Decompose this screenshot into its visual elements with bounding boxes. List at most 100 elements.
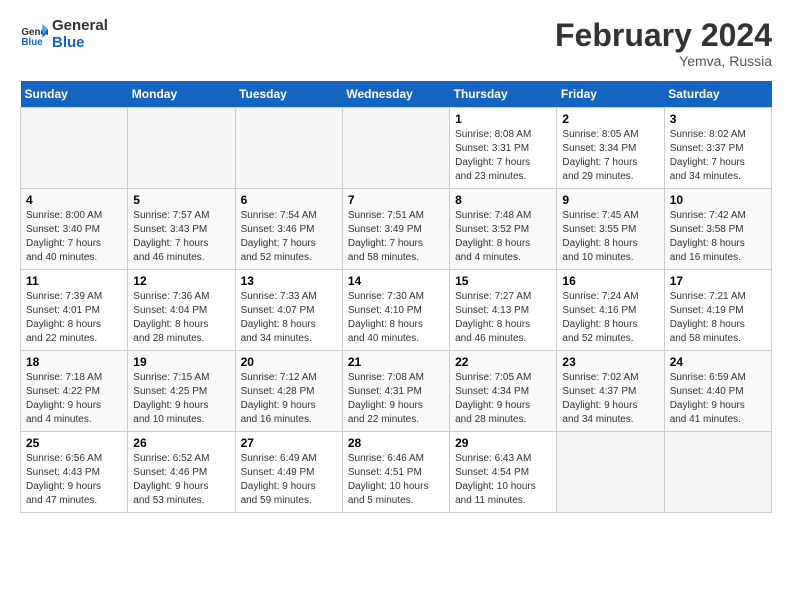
day-info: Sunrise: 6:49 AM Sunset: 4:49 PM Dayligh… [241,452,337,508]
day-number: 11 [26,274,122,288]
day-info: Sunrise: 7:27 AM Sunset: 4:13 PM Dayligh… [455,290,551,346]
day-cell: 3Sunrise: 8:02 AM Sunset: 3:37 PM Daylig… [664,108,771,189]
day-number: 3 [670,112,766,126]
day-cell [664,432,771,513]
calendar-table: SundayMondayTuesdayWednesdayThursdayFrid… [20,81,772,513]
day-cell: 26Sunrise: 6:52 AM Sunset: 4:46 PM Dayli… [128,432,235,513]
day-info: Sunrise: 7:45 AM Sunset: 3:55 PM Dayligh… [562,209,658,265]
day-info: Sunrise: 7:08 AM Sunset: 4:31 PM Dayligh… [348,371,444,427]
day-info: Sunrise: 7:02 AM Sunset: 4:37 PM Dayligh… [562,371,658,427]
day-info: Sunrise: 8:00 AM Sunset: 3:40 PM Dayligh… [26,209,122,265]
day-number: 9 [562,193,658,207]
day-number: 6 [241,193,337,207]
day-cell: 17 Sunrise: 7:21 AM Sunset: 4:19 PM Dayli… [664,270,771,351]
day-number: 21 [348,355,444,369]
day-info: Sunrise: 6:56 AM Sunset: 4:43 PM Dayligh… [26,452,122,508]
day-cell: 22Sunrise: 7:05 AM Sunset: 4:34 PM Dayli… [450,351,557,432]
day-number: 17 [670,274,766,288]
day-number: 1 [455,112,551,126]
day-info: Sunrise: 7:54 AM Sunset: 3:46 PM Dayligh… [241,209,337,265]
day-number: 20 [241,355,337,369]
day-info: Sunrise: 6:59 AM Sunset: 4:40 PM Dayligh… [670,371,766,427]
day-info: Sunrise: 7:15 AM Sunset: 4:25 PM Dayligh… [133,371,229,427]
day-number: 12 [133,274,229,288]
day-number: 10 [670,193,766,207]
day-number: 8 [455,193,551,207]
day-cell: 1 Sunrise: 8:08 AM Sunset: 3:31 PM Daylig… [450,108,557,189]
day-cell: 7 Sunrise: 7:51 AM Sunset: 3:49 PM Daylig… [342,189,449,270]
day-number: 28 [348,436,444,450]
day-cell [235,108,342,189]
day-cell: 27Sunrise: 6:49 AM Sunset: 4:49 PM Dayli… [235,432,342,513]
day-info: Sunrise: 7:18 AM Sunset: 4:22 PM Dayligh… [26,371,122,427]
calendar-container: General Blue General Blue February 2024 … [0,0,792,523]
day-cell: 5 Sunrise: 7:57 AM Sunset: 3:43 PM Daylig… [128,189,235,270]
day-cell: 13Sunrise: 7:33 AM Sunset: 4:07 PM Dayli… [235,270,342,351]
header-row: SundayMondayTuesdayWednesdayThursdayFrid… [21,81,772,108]
day-cell: 11 Sunrise: 7:39 AM Sunset: 4:01 PM Dayli… [21,270,128,351]
logo-wordmark: General Blue [52,18,108,51]
day-number: 4 [26,193,122,207]
day-cell: 2 Sunrise: 8:05 AM Sunset: 3:34 PM Daylig… [557,108,664,189]
day-info: Sunrise: 7:36 AM Sunset: 4:04 PM Dayligh… [133,290,229,346]
logo-icon: General Blue [20,21,48,49]
day-info: Sunrise: 6:52 AM Sunset: 4:46 PM Dayligh… [133,452,229,508]
day-info: Sunrise: 7:12 AM Sunset: 4:28 PM Dayligh… [241,371,337,427]
day-info: Sunrise: 7:57 AM Sunset: 3:43 PM Dayligh… [133,209,229,265]
day-number: 25 [26,436,122,450]
day-cell: 14Sunrise: 7:30 AM Sunset: 4:10 PM Dayli… [342,270,449,351]
day-cell: 29 Sunrise: 6:43 AM Sunset: 4:54 PM Dayli… [450,432,557,513]
day-info: Sunrise: 7:05 AM Sunset: 4:34 PM Dayligh… [455,371,551,427]
day-header-tuesday: Tuesday [235,81,342,108]
day-number: 15 [455,274,551,288]
week-row-1: 1 Sunrise: 8:08 AM Sunset: 3:31 PM Daylig… [21,108,772,189]
day-info: Sunrise: 8:05 AM Sunset: 3:34 PM Dayligh… [562,128,658,184]
day-cell [21,108,128,189]
day-cell [342,108,449,189]
main-title: February 2024 [555,18,772,53]
week-row-4: 18 Sunrise: 7:18 AM Sunset: 4:22 PM Dayli… [21,351,772,432]
day-cell [128,108,235,189]
day-number: 18 [26,355,122,369]
day-info: Sunrise: 7:39 AM Sunset: 4:01 PM Dayligh… [26,290,122,346]
day-cell: 15 Sunrise: 7:27 AM Sunset: 4:13 PM Dayli… [450,270,557,351]
day-cell: 28 Sunrise: 6:46 AM Sunset: 4:51 PM Dayli… [342,432,449,513]
day-header-thursday: Thursday [450,81,557,108]
day-cell [557,432,664,513]
day-cell: 21 Sunrise: 7:08 AM Sunset: 4:31 PM Dayli… [342,351,449,432]
day-header-wednesday: Wednesday [342,81,449,108]
day-header-monday: Monday [128,81,235,108]
day-number: 16 [562,274,658,288]
day-header-friday: Friday [557,81,664,108]
day-info: Sunrise: 7:51 AM Sunset: 3:49 PM Dayligh… [348,209,444,265]
day-info: Sunrise: 8:08 AM Sunset: 3:31 PM Dayligh… [455,128,551,184]
day-info: Sunrise: 6:43 AM Sunset: 4:54 PM Dayligh… [455,452,551,508]
day-cell: 16Sunrise: 7:24 AM Sunset: 4:16 PM Dayli… [557,270,664,351]
day-cell: 9 Sunrise: 7:45 AM Sunset: 3:55 PM Daylig… [557,189,664,270]
day-cell: 25 Sunrise: 6:56 AM Sunset: 4:43 PM Dayli… [21,432,128,513]
day-number: 2 [562,112,658,126]
header: General Blue General Blue February 2024 … [20,18,772,69]
day-info: Sunrise: 6:46 AM Sunset: 4:51 PM Dayligh… [348,452,444,508]
day-cell: 19 Sunrise: 7:15 AM Sunset: 4:25 PM Dayli… [128,351,235,432]
svg-text:Blue: Blue [21,36,43,47]
day-cell: 4 Sunrise: 8:00 AM Sunset: 3:40 PM Daylig… [21,189,128,270]
day-number: 7 [348,193,444,207]
day-number: 13 [241,274,337,288]
day-cell: 23 Sunrise: 7:02 AM Sunset: 4:37 PM Dayli… [557,351,664,432]
day-cell: 20 Sunrise: 7:12 AM Sunset: 4:28 PM Dayli… [235,351,342,432]
logo: General Blue General Blue [20,18,108,51]
day-header-sunday: Sunday [21,81,128,108]
day-info: Sunrise: 7:21 AM Sunset: 4:19 PM Dayligh… [670,290,766,346]
day-info: Sunrise: 7:42 AM Sunset: 3:58 PM Dayligh… [670,209,766,265]
day-number: 23 [562,355,658,369]
week-row-5: 25 Sunrise: 6:56 AM Sunset: 4:43 PM Dayli… [21,432,772,513]
day-number: 24 [670,355,766,369]
day-info: Sunrise: 7:48 AM Sunset: 3:52 PM Dayligh… [455,209,551,265]
day-cell: 6 Sunrise: 7:54 AM Sunset: 3:46 PM Daylig… [235,189,342,270]
day-number: 29 [455,436,551,450]
week-row-2: 4 Sunrise: 8:00 AM Sunset: 3:40 PM Daylig… [21,189,772,270]
day-number: 19 [133,355,229,369]
day-cell: 18 Sunrise: 7:18 AM Sunset: 4:22 PM Dayli… [21,351,128,432]
day-number: 5 [133,193,229,207]
